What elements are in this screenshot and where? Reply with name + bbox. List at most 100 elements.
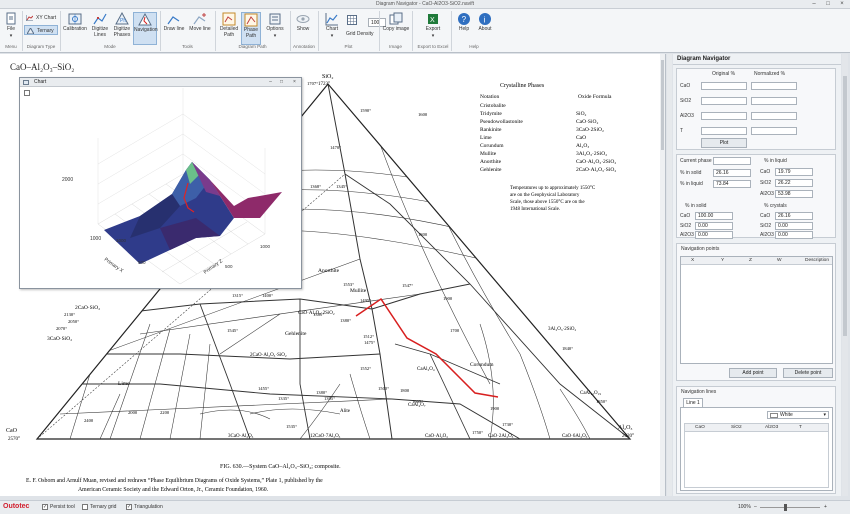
ternary-grid-checkbox[interactable]: Ternary grid (82, 504, 116, 511)
temperature-label: 1800 (418, 232, 428, 237)
close-icon[interactable]: × (290, 79, 299, 86)
calibration-button[interactable]: Calibration (62, 12, 88, 45)
original-al2o3-input[interactable] (701, 112, 747, 120)
zoom-slider[interactable] (760, 504, 820, 511)
phase-label: 3CaO·Al₂O₃ (228, 434, 254, 439)
navigation-button[interactable]: Navigation (133, 12, 158, 45)
legend-notation: Gehlenite (480, 167, 502, 173)
legend-notation: Tridymite (480, 111, 502, 117)
zoom-out-icon[interactable]: – (754, 504, 757, 511)
digitize-lines-button[interactable]: Digitize Lines (89, 12, 111, 45)
legend-notation: Rankinite (480, 127, 502, 133)
export-button[interactable]: X Export ▾ (420, 12, 446, 45)
liquid-sio2-value: 26.22 (775, 179, 813, 187)
help-icon: ? (458, 13, 470, 25)
scrollbar-thumb[interactable] (843, 76, 847, 336)
minimize-icon[interactable]: – (266, 79, 275, 86)
minimize-icon[interactable]: – (808, 1, 820, 8)
ternary-button[interactable]: Ternary (24, 25, 58, 35)
normalized-al2o3-field (751, 112, 797, 120)
phase-path-button[interactable]: Phase Path (241, 12, 261, 45)
region-label: Gehlenite (285, 331, 307, 337)
temperature-label: 1335° (278, 396, 289, 401)
nav-line-grid[interactable]: CaO SiO2 Al2O3 T (684, 423, 829, 488)
maximize-icon[interactable]: □ (822, 1, 834, 8)
move-line-button[interactable]: Move line (188, 12, 212, 45)
temperature-label: 1315° (232, 293, 243, 298)
chart-window-titlebar[interactable]: Chart – □ × (20, 78, 301, 87)
crystals-al2o3-label: Al2O3 (760, 232, 774, 238)
temperature-label: 1750° (472, 430, 483, 435)
legend-formula: CaO·Al₂O₃·2SiO₂ (576, 159, 616, 165)
panel-scrollbar[interactable] (842, 54, 848, 496)
current-phase-field (713, 157, 751, 165)
nav-lines-label: Navigation lines (681, 389, 717, 395)
surface-plot-3d[interactable]: 2000 1000 Primary X 1000 500 Primary Z 1… (20, 88, 301, 288)
current-phase-label: Current phase (680, 158, 712, 164)
digitize-phases-button[interactable]: Ph Digitize Phases (112, 12, 132, 45)
crystals-al2o3-value: 0.00 (775, 231, 813, 239)
show-label: Show (296, 26, 310, 32)
z-axis-tick: 500 (225, 264, 233, 269)
temperature-label: 1475° (364, 340, 375, 345)
phase-label: CaAl₂O₄ (417, 367, 435, 372)
chart-window[interactable]: Chart – □ × 2000 1000 Primary X 1000 500… (19, 77, 302, 289)
solid-cao-label: CaO (680, 213, 691, 219)
help-button[interactable]: ? Help (455, 12, 473, 45)
file-button[interactable]: File ▾ (3, 12, 19, 45)
persist-tool-checkbox[interactable]: ✓ Persist tool (42, 504, 75, 511)
liquid-header: % in liquid (764, 158, 787, 164)
copy-image-button[interactable]: Copy image (382, 12, 410, 45)
options-label: Options (266, 26, 284, 32)
original-t-input[interactable] (701, 127, 747, 135)
xy-chart-button[interactable]: XY Chart (24, 13, 58, 23)
add-point-button[interactable]: Add point (729, 368, 777, 378)
legend-formula: CaO (576, 135, 586, 141)
check-icon: ✓ (42, 504, 48, 510)
original-sio2-input[interactable] (701, 97, 747, 105)
liquid-cao-value: 19.79 (775, 168, 813, 176)
apex-al2o3-temp: 2020° (622, 434, 634, 439)
chart-icon (325, 13, 338, 26)
region-label: Lime (118, 381, 130, 387)
zoom-in-icon[interactable]: + (824, 504, 827, 511)
draw-line-label: Draw line (163, 26, 185, 32)
solid-al2o3-value: 0.00 (695, 231, 733, 239)
maximize-icon[interactable]: □ (277, 79, 286, 86)
region-label: Anorthite (318, 268, 340, 274)
line-color-value: White (780, 412, 793, 418)
phase-label: 3Al₂O₃·2SiO₂ (548, 327, 577, 332)
group-label: Tools (182, 44, 193, 49)
temperature-label: 1345° (336, 184, 347, 189)
close-icon[interactable]: × (836, 1, 848, 8)
col-header: SiO2 (731, 425, 742, 430)
original-cao-input[interactable] (701, 82, 747, 90)
group-label: Image (389, 44, 402, 49)
detailed-path-button[interactable]: Detailed Path (218, 12, 240, 45)
draw-line-button[interactable]: Draw line (163, 12, 185, 45)
liquid-sio2-label: SiO2 (760, 180, 772, 186)
chart-button[interactable]: Chart ▾ (321, 12, 343, 45)
chevron-down-icon: ▾ (330, 32, 334, 39)
z-axis-label: Primary Z (203, 258, 224, 275)
phase-label: 2CaO·Al₂O₃·SiO₂ (250, 353, 287, 358)
panel-splitter[interactable] (667, 54, 672, 496)
detailed-path-icon (222, 12, 236, 26)
scrollbar-thumb[interactable] (661, 60, 664, 150)
temperature-label: 1590° (360, 108, 371, 113)
about-button[interactable]: i About (476, 12, 494, 45)
plot-button[interactable]: Plot (701, 138, 747, 148)
zoom-slider-knob[interactable] (784, 504, 787, 511)
nav-points-grid[interactable]: X Y Z W Description (680, 256, 833, 364)
temperature-label: 1730° (502, 422, 513, 427)
legend-col-notation: Notation (480, 94, 499, 100)
checkbox-box (82, 504, 88, 510)
tab-line-1[interactable]: Line 1 (683, 398, 703, 407)
options-button[interactable]: Options ▾ (263, 12, 287, 45)
delete-point-button[interactable]: Delete point (783, 368, 833, 378)
line-color-select[interactable]: White ▾ (767, 411, 829, 419)
show-button[interactable]: Show (292, 12, 314, 45)
navigation-path[interactable] (355, 297, 499, 398)
vertical-scrollbar[interactable] (660, 54, 665, 496)
triangulation-checkbox[interactable]: ✓ Triangulation (126, 504, 163, 511)
